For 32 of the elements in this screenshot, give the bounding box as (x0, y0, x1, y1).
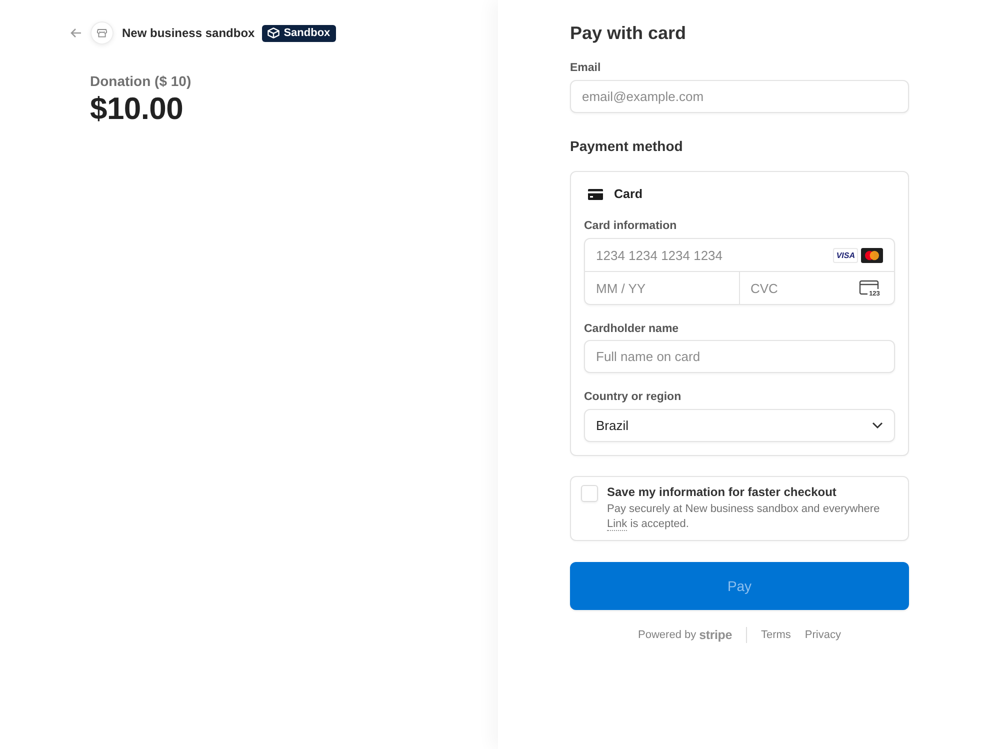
footer-link[interactable]: Terms (760, 629, 791, 641)
powered-by-label: Powered by (638, 629, 696, 641)
merchant-name: New business sandbox (122, 25, 255, 42)
field-label: Country or region (584, 390, 682, 405)
field-label: Card information (584, 219, 678, 234)
link[interactable]: Link (607, 518, 628, 531)
stripe-wordmark: stripe (699, 628, 732, 642)
card-number-field[interactable]: 1234 1234 1234 1234 (585, 239, 830, 271)
expiry-field[interactable]: MM / YY (585, 272, 738, 304)
field-label: Email (570, 61, 602, 76)
back-arrow-icon[interactable] (70, 28, 82, 38)
form-title: Pay with card (570, 22, 688, 44)
email-field[interactable]: email@example.com (570, 80, 909, 113)
chevron-down-icon (872, 422, 883, 429)
badge-label: Sandbox (284, 26, 330, 40)
checkbox[interactable] (581, 485, 598, 502)
credit-card-icon (588, 188, 603, 200)
save-info-description: Pay securely at New business sandbox and everywhere Link is accepted. (607, 502, 881, 532)
product-label: Donation ($ 10) (90, 72, 192, 90)
cvc-field[interactable]: CVC (740, 272, 859, 304)
field-label: Cardholder name (584, 322, 680, 337)
save-info-title[interactable]: Save my information for faster checkout (607, 484, 898, 501)
section-heading: Payment method (570, 137, 684, 156)
mastercard-logo-icon (861, 248, 883, 262)
payment-option-label: Card (614, 187, 642, 201)
visa-logo: VISA (833, 248, 858, 262)
cube-icon (266, 27, 280, 39)
country-select[interactable]: Brazil (584, 409, 895, 442)
cardholder-name-field[interactable]: Full name on card (584, 340, 895, 373)
footer-link[interactable]: Privacy (804, 629, 841, 641)
store-icon (90, 21, 114, 45)
total-amount: $10.00 (90, 92, 184, 126)
